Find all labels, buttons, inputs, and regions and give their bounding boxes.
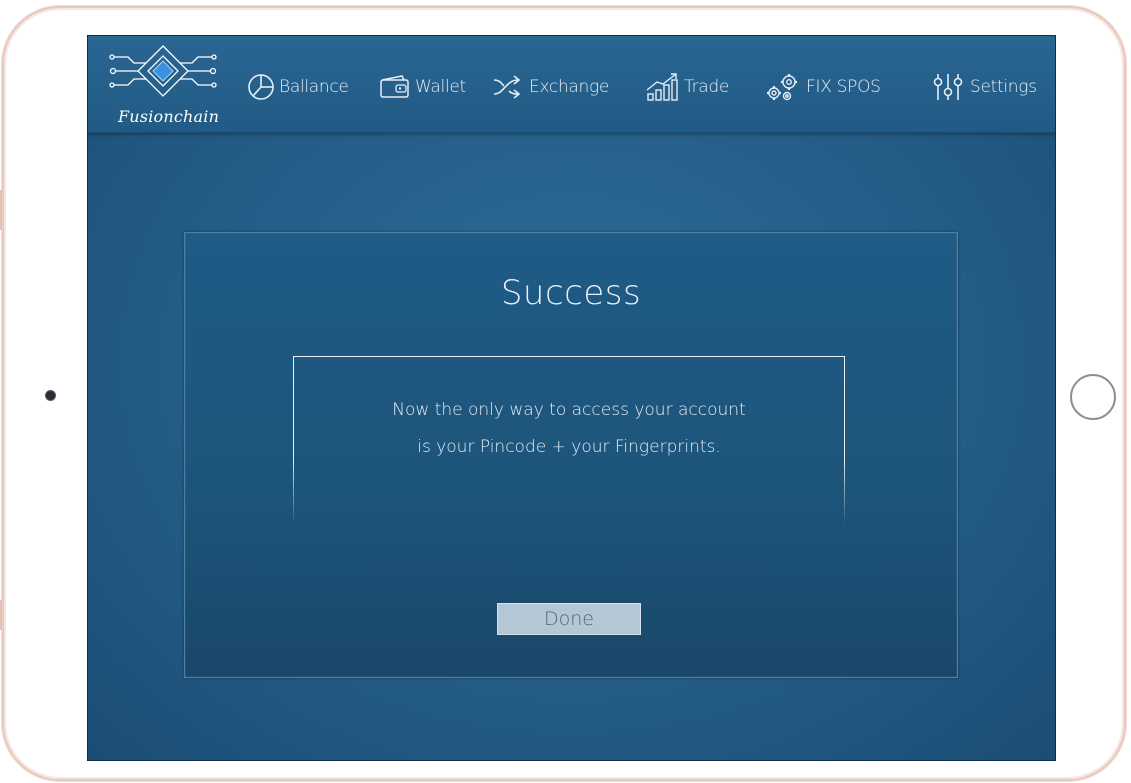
sliders-icon [933,74,963,100]
front-camera [46,391,55,400]
nav-ballance-label: Ballance [279,77,349,97]
nav-fix-spos-label: FIX SPOS [806,77,881,97]
dialog-title: Success [500,273,642,313]
nav-trade-label: Trade [684,77,730,97]
nav-wallet[interactable]: Wallet [378,72,466,102]
home-button[interactable] [1070,374,1116,420]
logo-text: Fusionchain [118,107,220,126]
success-dialog: Success Now the only way to access your … [184,232,958,678]
nav-exchange[interactable]: Exchange [492,72,609,102]
fusionchain-logo[interactable]: Fusionchain [100,40,226,128]
side-button [0,600,2,630]
message-box: Now the only way to access your account … [293,356,845,526]
top-navigation-bar: Fusionchain Ballance Wallet Exchange Tra… [88,36,1055,133]
pie-chart-icon [248,74,274,100]
trend-chart-icon [646,73,678,101]
message-line-2: is your Pincode + your Fingerprints. [417,437,721,457]
nav-exchange-label: Exchange [529,77,610,97]
done-button[interactable]: Done [497,603,641,635]
message-line-1: Now the only way to access your account [392,400,746,420]
nav-trade[interactable]: Trade [645,72,729,102]
nav-wallet-label: Wallet [415,77,466,97]
nav-settings[interactable]: Settings [931,72,1037,102]
nav-fix-spos[interactable]: FIX SPOS [763,72,881,102]
shuffle-icon [493,75,521,99]
wallet-icon [380,75,409,98]
nav-settings-label: Settings [970,77,1037,97]
circuit-diamond-icon [109,45,217,97]
volume-button [0,190,2,230]
nav-ballance[interactable]: Ballance [246,72,349,102]
app-screen: Fusionchain Ballance Wallet Exchange Tra… [87,35,1056,761]
gears-icon [767,74,797,101]
